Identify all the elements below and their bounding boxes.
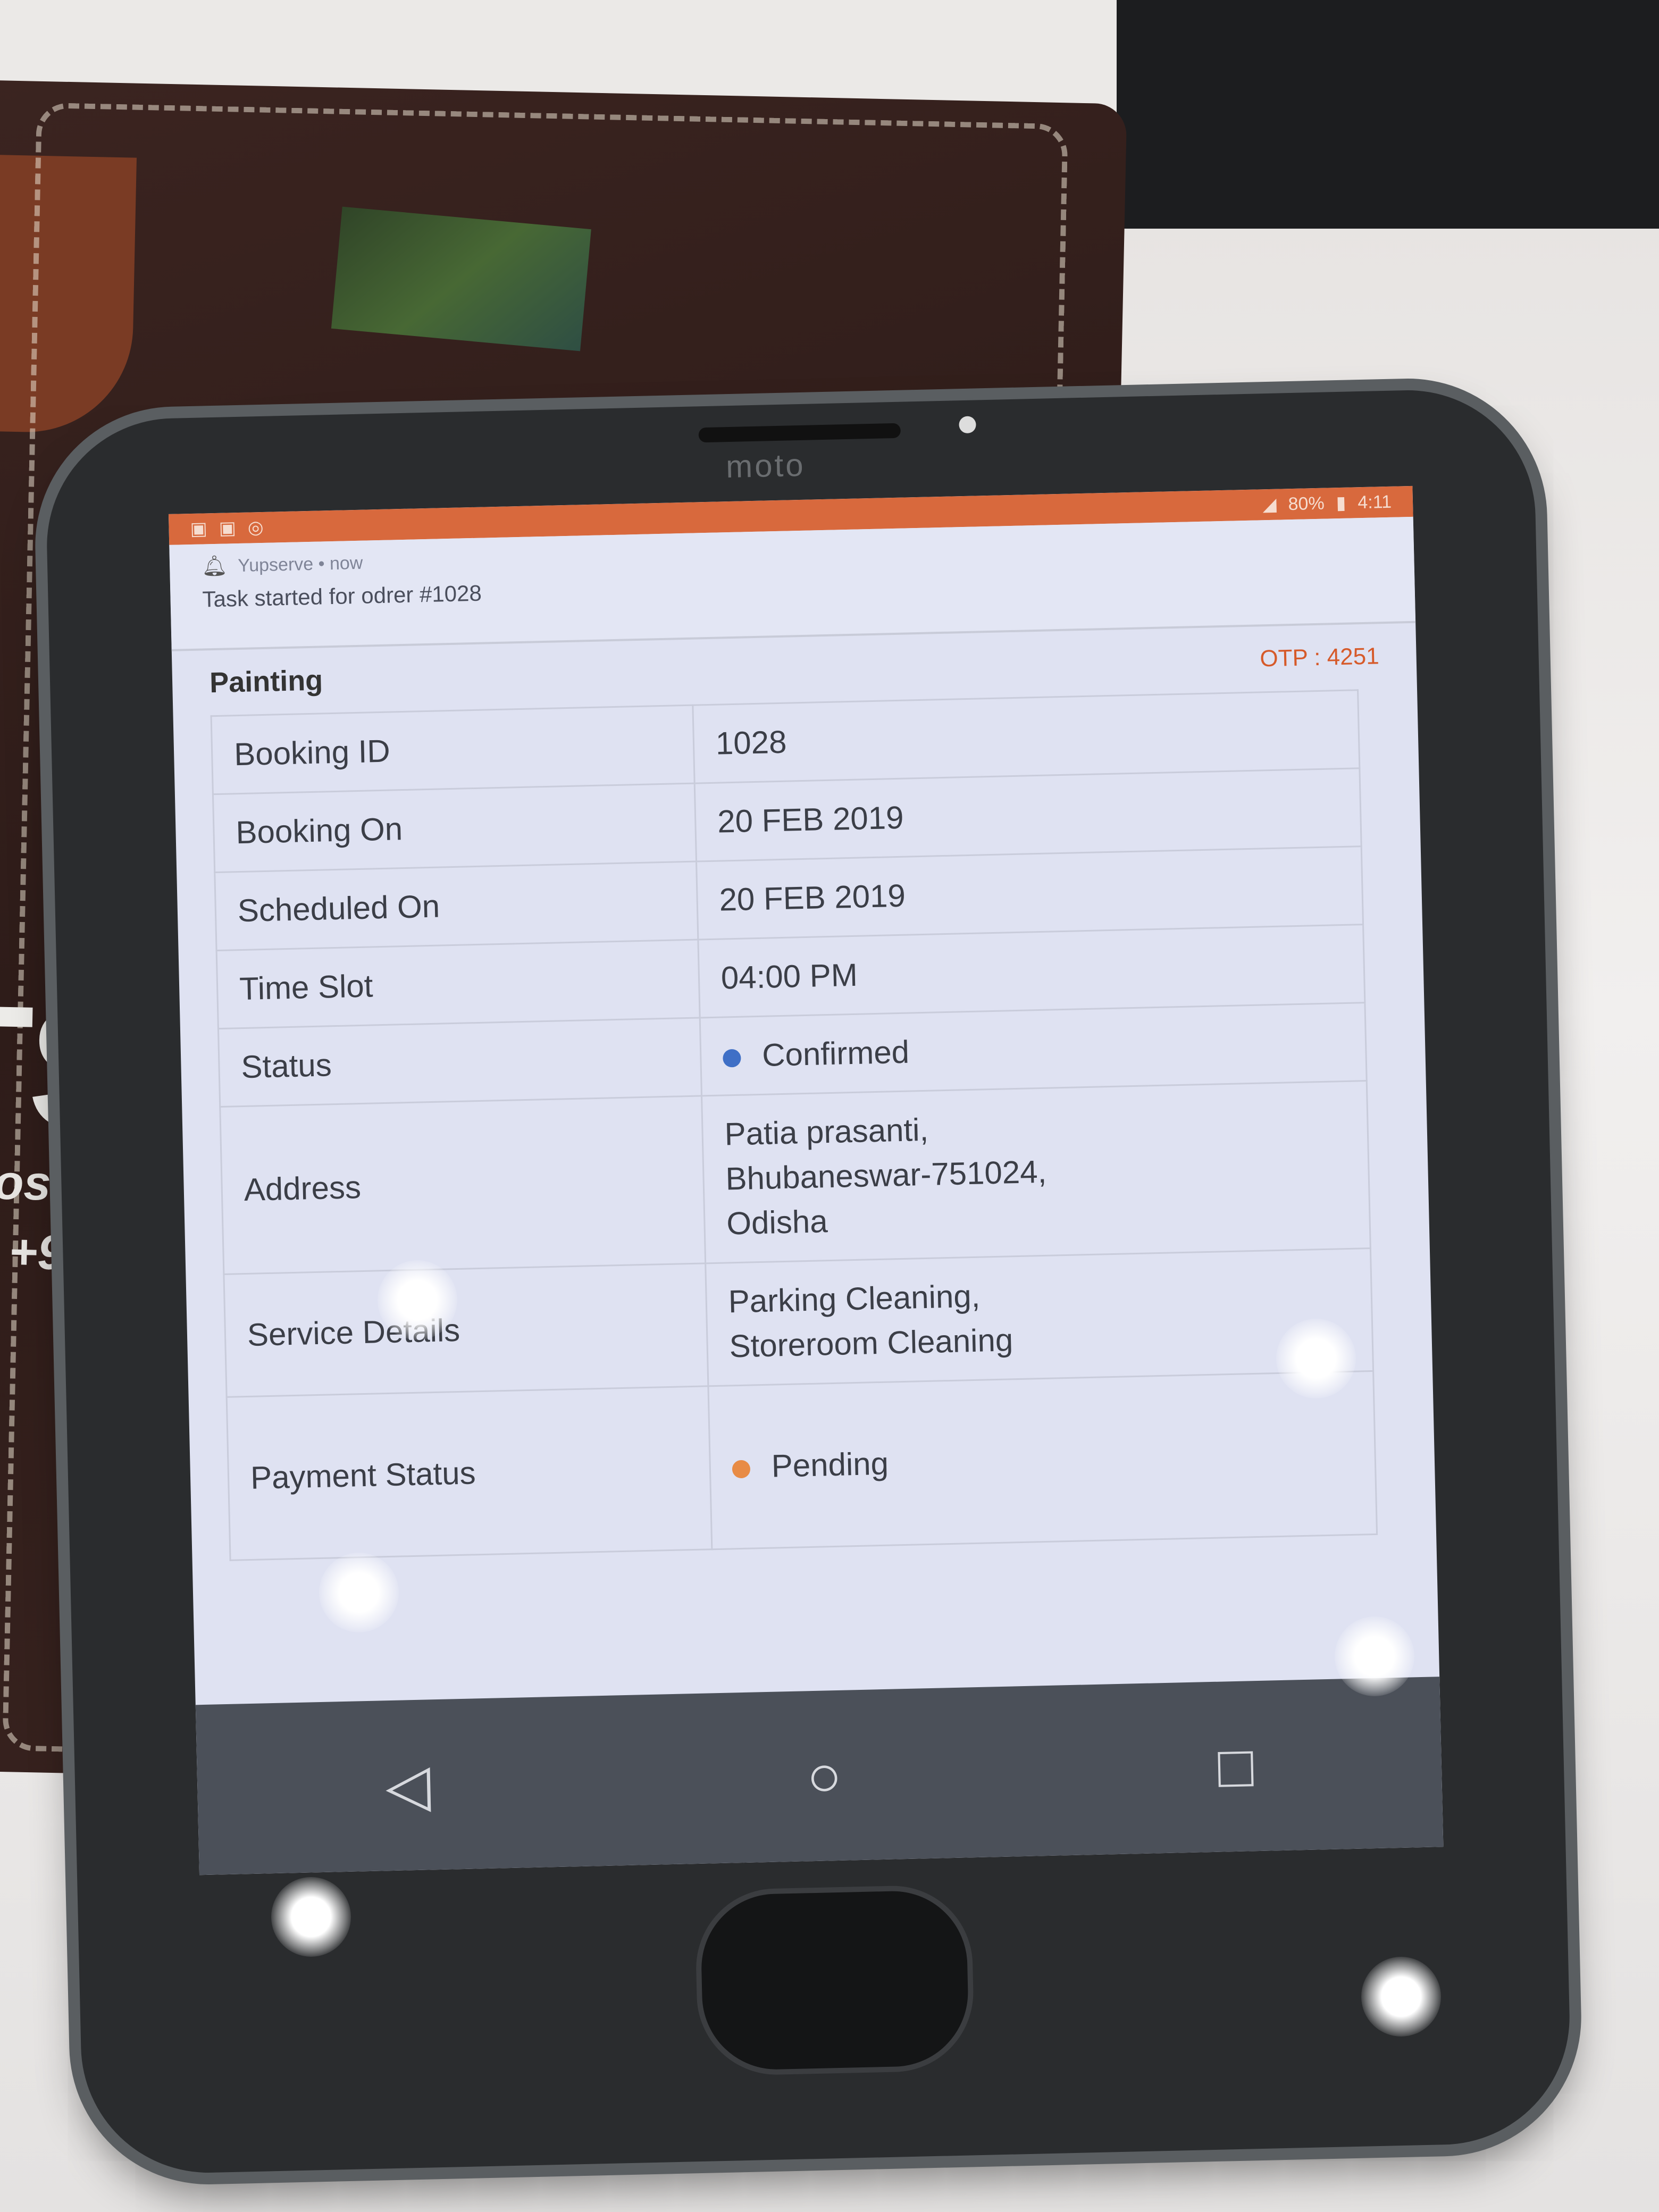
battery-icon: ▮ [1336, 492, 1346, 514]
light-reflection [271, 1877, 351, 1957]
folder-emblem [331, 206, 591, 351]
row-label: Address [220, 1095, 706, 1275]
payment-dot-icon [732, 1460, 751, 1479]
earpiece [698, 423, 901, 443]
notification-icon: ▣ [219, 518, 237, 539]
front-camera [959, 416, 976, 434]
row-label: Booking On [213, 783, 697, 873]
notification-icon: ◎ [247, 517, 264, 538]
clock: 4:11 [1357, 491, 1392, 513]
light-reflection [319, 1553, 399, 1632]
payment-status-text: Pending [771, 1445, 889, 1484]
light-reflection [1335, 1616, 1414, 1696]
row-value: 20 FEB 2019 [696, 846, 1363, 940]
row-label: Service Details [223, 1263, 708, 1397]
phone-brand: moto [725, 447, 806, 485]
bell-icon: 🔔︎ [201, 555, 228, 578]
booking-details-table: Booking ID 1028 Booking On 20 FEB 2019 S… [211, 689, 1378, 1561]
status-text: Confirmed [761, 1034, 910, 1073]
row-label: Scheduled On [214, 861, 698, 951]
service-name: Painting [209, 664, 323, 699]
android-nav-bar: ◁ ○ □ [195, 1677, 1444, 1875]
recents-icon[interactable]: □ [1217, 1732, 1254, 1800]
signal-icon: ◢ [1262, 494, 1277, 515]
status-dot-icon [722, 1049, 741, 1068]
home-icon[interactable]: ○ [806, 1741, 843, 1809]
light-reflection [378, 1260, 457, 1340]
status-value: Confirmed [700, 1002, 1367, 1096]
notification-app-line: Yupserve • now [237, 552, 363, 576]
back-icon[interactable]: ◁ [385, 1750, 431, 1820]
light-reflection [1276, 1319, 1356, 1398]
row-label: Time Slot [216, 940, 700, 1029]
row-label: Booking ID [211, 705, 695, 794]
notification-icon: ▣ [190, 518, 208, 540]
row-value: 04:00 PM [698, 924, 1365, 1018]
row-value: 1028 [692, 690, 1360, 784]
payment-status-value: Pending [708, 1371, 1377, 1549]
row-value: 20 FEB 2019 [694, 768, 1362, 862]
row-label: Status [218, 1017, 702, 1107]
row-label: Payment Status [227, 1386, 712, 1561]
address-value: Patia prasanti, Bhubaneswar-751024, Odis… [701, 1080, 1371, 1263]
fingerprint-home-key[interactable] [694, 1884, 975, 2077]
light-reflection [1361, 1957, 1441, 2037]
table-row: Address Patia prasanti, Bhubaneswar-7510… [220, 1080, 1371, 1275]
otp-code: OTP : 4251 [1259, 643, 1380, 672]
service-details-value: Parking Cleaning, Storeroom Cleaning [705, 1248, 1373, 1386]
phone-screen: ▣ ▣ ◎ ◢ 80% ▮ 4:11 🔔︎ Yupserve • now Tas… [168, 485, 1444, 1875]
table-row: Payment Status Pending [227, 1371, 1377, 1561]
battery-level: 80% [1288, 493, 1325, 514]
dark-background-object [1117, 0, 1659, 229]
